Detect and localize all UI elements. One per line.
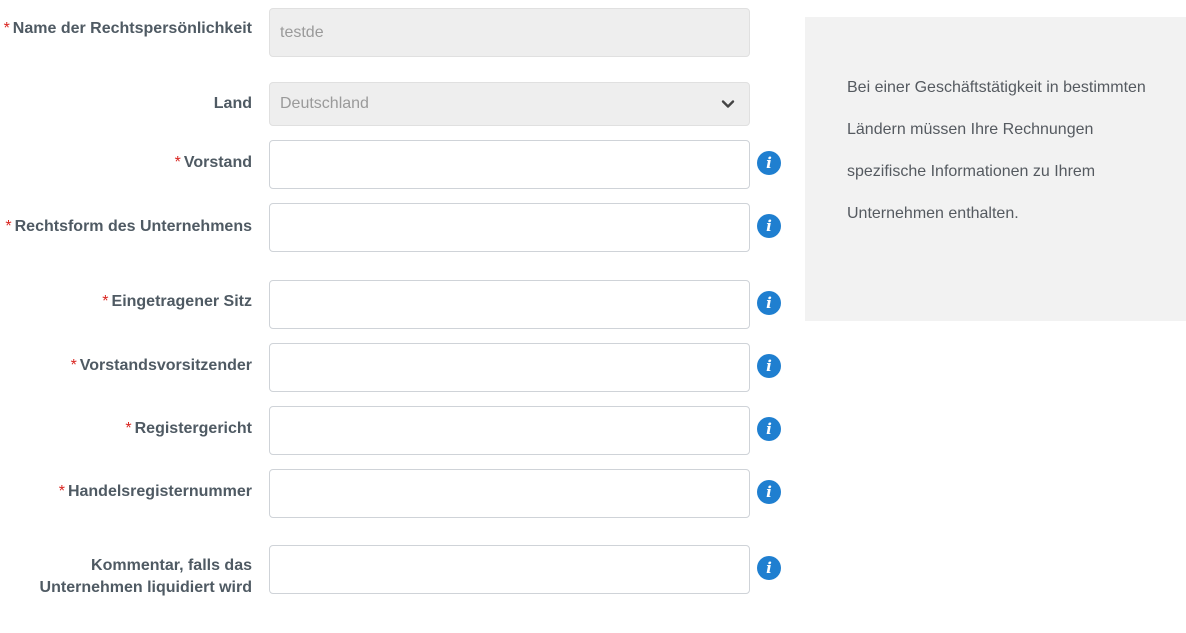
label-registergericht: * Registergericht (2, 418, 252, 440)
required-marker: * (102, 293, 109, 310)
label-text: Name der Rechtspersönlichkeit (12, 20, 252, 37)
info-icon[interactable]: i (757, 214, 781, 238)
vorstand-input[interactable] (269, 140, 750, 189)
handelsregisternummer-input[interactable] (269, 469, 750, 518)
required-marker: * (58, 483, 65, 500)
info-icon[interactable]: i (757, 354, 781, 378)
label-kommentar-liquidiert: Kommentar, falls das Unternehmen liquidi… (22, 555, 252, 599)
label-name-der-rechtspersoenlichkeit: * Name der Rechtspersönlichkeit (2, 18, 252, 40)
label-vorstandsvorsitzender: * Vorstandsvorsitzender (2, 355, 252, 377)
required-marker: * (70, 357, 77, 374)
label-vorstand: * Vorstand (2, 152, 252, 174)
info-panel: Bei einer Geschäftstätigkeit in bestimmt… (805, 17, 1186, 321)
label-text: Rechtsform des Unternehmens (14, 218, 252, 235)
label-eingetragener-sitz: * Eingetragener Sitz (2, 291, 252, 313)
required-marker: * (174, 154, 181, 171)
label-handelsregisternummer: * Handelsregisternummer (2, 481, 252, 503)
vorstandsvorsitzender-input[interactable] (269, 343, 750, 392)
label-text: Kommentar, falls das Unternehmen liquidi… (39, 557, 252, 596)
label-text: Vorstand (183, 154, 252, 171)
label-text: Land (213, 95, 252, 112)
info-icon[interactable]: i (757, 556, 781, 580)
chevron-down-icon (721, 100, 735, 108)
required-marker: * (125, 420, 132, 437)
required-marker: * (3, 20, 10, 37)
name-der-rechtspersoenlichkeit-field[interactable]: testde (269, 8, 750, 57)
kommentar-input[interactable] (269, 545, 750, 594)
label-text: Vorstandsvorsitzender (79, 357, 252, 374)
info-icon[interactable]: i (757, 417, 781, 441)
info-icon[interactable]: i (757, 480, 781, 504)
land-selected-value: Deutschland (280, 95, 369, 112)
info-icon[interactable]: i (757, 151, 781, 175)
eingetragener-sitz-input[interactable] (269, 280, 750, 329)
label-rechtsform-des-unternehmens: * Rechtsform des Unternehmens (2, 216, 252, 238)
land-select[interactable]: Deutschland (269, 82, 750, 126)
rechtsform-input[interactable] (269, 203, 750, 252)
info-panel-text: Bei einer Geschäftstätigkeit in bestimmt… (847, 79, 1146, 222)
label-text: Handelsregisternummer (67, 483, 252, 500)
required-marker: * (5, 218, 12, 235)
label-text: Registergericht (134, 420, 252, 437)
label-land: Land (2, 93, 252, 115)
registergericht-input[interactable] (269, 406, 750, 455)
field-value: testde (280, 23, 324, 41)
info-icon[interactable]: i (757, 291, 781, 315)
label-text: Eingetragener Sitz (111, 293, 252, 310)
